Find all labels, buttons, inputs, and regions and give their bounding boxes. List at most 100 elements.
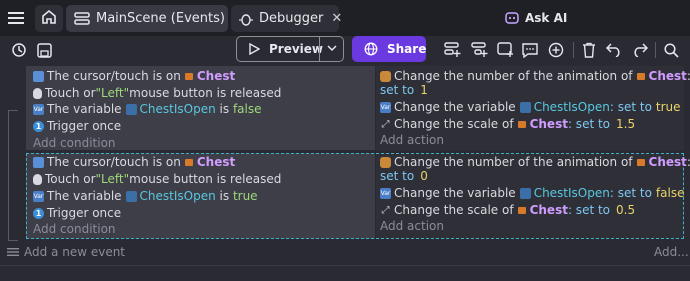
- action-row-cont[interactable]: set to 0: [380, 168, 428, 184]
- mouse-icon: [33, 173, 42, 185]
- object-name: Chest: [529, 203, 568, 217]
- action-text: Change the number of the animation of: [394, 69, 633, 83]
- chest-icon: [517, 120, 526, 128]
- object-name: Chest: [648, 155, 687, 169]
- animation-icon: [380, 156, 391, 168]
- play-icon: [249, 43, 260, 55]
- variable-icon: Var: [380, 187, 391, 199]
- tab-bar: MainScene (Events) ✕ Debugger ✕ Ask AI: [0, 0, 690, 36]
- add-condition-button[interactable]: Add condition: [33, 221, 116, 237]
- ask-ai-label: Ask AI: [525, 11, 568, 25]
- action-value: 1.5: [616, 117, 636, 131]
- object-name: Chest: [529, 117, 568, 131]
- action-row[interactable]: Var Change the variable ChestIsOpen : se…: [380, 185, 684, 201]
- add-condition-label: Add condition: [33, 222, 116, 236]
- action-row[interactable]: ⤢ Change the scale of Chest : set to 1.5: [380, 116, 636, 132]
- save-icon[interactable]: [34, 40, 54, 60]
- condition-text: mouse button is released: [129, 172, 282, 186]
- add-condition-button[interactable]: Add condition: [33, 135, 116, 151]
- add-new-event-button[interactable]: Add a new event: [24, 244, 125, 260]
- variable-icon: [519, 187, 531, 199]
- condition-row[interactable]: The cursor/touch is on Chest: [33, 68, 235, 84]
- condition-text: Touch or: [45, 86, 96, 100]
- add-group-icon[interactable]: [495, 40, 515, 60]
- tab-label: Debugger: [259, 11, 324, 26]
- object-name: Chest: [648, 69, 687, 83]
- tab-home[interactable]: [35, 5, 63, 32]
- action-row[interactable]: ⤢ Change the scale of Chest : set to 0.5: [380, 202, 636, 218]
- variable-name: ChestIsOpen: [139, 102, 216, 116]
- add-more-button[interactable]: Add...: [654, 244, 689, 260]
- cursor-icon: [33, 70, 44, 82]
- variable-icon: [125, 103, 137, 115]
- condition-text: is: [215, 189, 233, 203]
- condition-text: The variable: [47, 102, 122, 116]
- condition-text: Trigger once: [47, 119, 122, 133]
- chest-icon: [636, 72, 645, 80]
- chest-icon: [517, 206, 526, 214]
- action-text: Change the variable: [394, 100, 516, 114]
- condition-text: The cursor/touch is on: [47, 155, 181, 169]
- toolbar-divider: [655, 42, 656, 58]
- condition-row[interactable]: Touch or "Left" mouse button is released: [33, 171, 281, 187]
- object-name: Chest: [196, 155, 236, 169]
- action-text: Change the scale of: [394, 203, 514, 217]
- undo-icon[interactable]: [604, 40, 624, 60]
- add-condition-label: Add condition: [33, 136, 116, 150]
- globe-icon: [364, 42, 378, 56]
- condition-row[interactable]: Var The variable ChestIsOpen is true: [33, 188, 258, 204]
- add-new-event-label: Add a new event: [24, 245, 126, 259]
- add-subevent-icon[interactable]: [469, 40, 489, 60]
- add-circle-icon[interactable]: [546, 40, 566, 60]
- condition-text: The cursor/touch is on: [47, 69, 181, 83]
- tab-debugger[interactable]: Debugger ✕: [231, 5, 342, 32]
- tree-line: [8, 110, 18, 111]
- variable-icon: Var: [33, 190, 44, 202]
- chest-icon: [184, 72, 193, 80]
- action-row-cont[interactable]: set to 1: [380, 82, 428, 98]
- redo-icon[interactable]: [630, 40, 650, 60]
- history-icon[interactable]: [9, 40, 29, 60]
- search-icon[interactable]: [661, 40, 681, 60]
- add-action-label: Add action: [380, 133, 444, 147]
- bug-icon: [239, 12, 253, 26]
- home-icon: [41, 9, 57, 29]
- add-action-button[interactable]: Add action: [380, 132, 444, 148]
- string-value: "Left": [95, 86, 130, 100]
- action-row[interactable]: Var Change the variable ChestIsOpen : se…: [380, 99, 681, 115]
- chest-icon: [636, 158, 645, 166]
- add-action-label: Add action: [380, 219, 444, 233]
- robot-icon: [505, 11, 519, 25]
- variable-icon: Var: [380, 101, 391, 113]
- delete-icon[interactable]: [579, 40, 599, 60]
- preview-button[interactable]: Preview: [236, 36, 344, 62]
- ask-ai-button[interactable]: Ask AI: [505, 8, 567, 28]
- tab-main-scene-events[interactable]: MainScene (Events) ✕: [66, 5, 244, 32]
- toolbar-divider: [573, 42, 574, 58]
- add-event-icon[interactable]: [442, 40, 462, 60]
- cursor-icon: [33, 156, 44, 168]
- add-action-button[interactable]: Add action: [380, 218, 444, 234]
- condition-row[interactable]: The cursor/touch is on Chest: [33, 154, 235, 170]
- boolean-value: false: [232, 102, 262, 116]
- action-set-text: set to: [380, 83, 415, 97]
- condition-row[interactable]: 1 Trigger once: [33, 118, 121, 134]
- menu-icon[interactable]: [6, 8, 26, 28]
- condition-row[interactable]: 1 Trigger once: [33, 205, 121, 221]
- tree-line: [8, 240, 18, 241]
- events-sheet-icon: [74, 11, 90, 26]
- condition-row[interactable]: Touch or "Left" mouse button is released: [33, 85, 281, 101]
- variable-name: ChestIsOpen: [139, 189, 216, 203]
- trigger-once-icon: 1: [33, 207, 44, 219]
- scale-icon: ⤢: [381, 118, 390, 130]
- action-set-text: set to: [380, 169, 415, 183]
- condition-row[interactable]: Var The variable ChestIsOpen is false: [33, 101, 261, 117]
- drag-handle-icon[interactable]: [6, 246, 20, 258]
- action-set-text: : set to: [567, 117, 611, 131]
- condition-text: Trigger once: [47, 206, 122, 220]
- share-button[interactable]: Share: [352, 36, 426, 62]
- condition-text: mouse button is released: [129, 86, 282, 100]
- comment-icon[interactable]: [520, 40, 540, 60]
- close-tab-icon[interactable]: ✕: [331, 11, 342, 26]
- chevron-down-icon[interactable]: [327, 44, 337, 52]
